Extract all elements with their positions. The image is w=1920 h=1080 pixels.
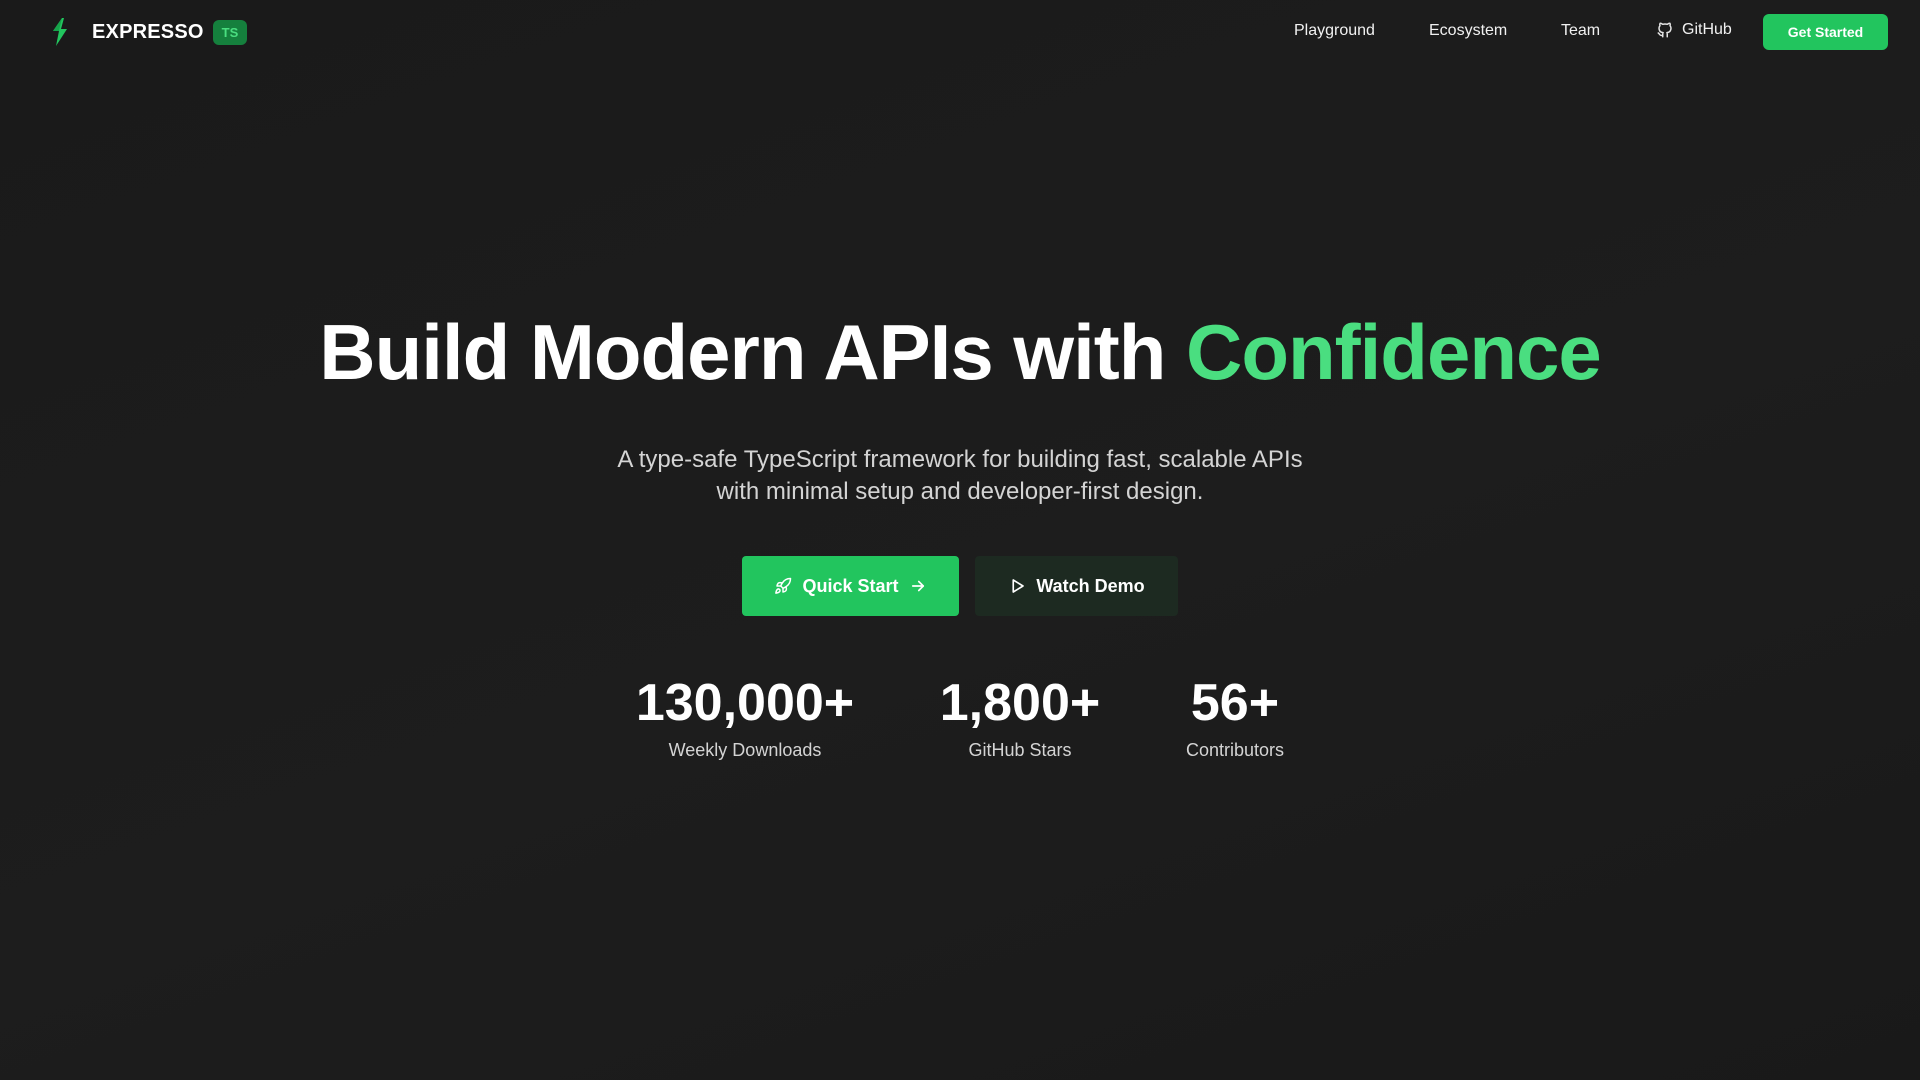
top-navbar: EXPRESSO TS Playground Ecosystem Team Gi… [0, 0, 1920, 64]
stat-value: 56+ [1190, 674, 1280, 732]
brand-badge: TS [212, 19, 248, 45]
stat-label: GitHub Stars [968, 740, 1072, 760]
hero-subtitle: A type-safe TypeScript framework for bui… [560, 444, 1360, 508]
hero-title: Build Modern APIs with Confidence [0, 306, 1920, 398]
watch-demo-button[interactable]: Watch Demo [975, 556, 1178, 616]
play-icon [1008, 577, 1026, 595]
brand[interactable]: EXPRESSO TS [48, 16, 248, 48]
hero-subtitle-line2: with minimal setup and developer-first d… [716, 478, 1204, 505]
stat-label: Contributors [1185, 740, 1285, 760]
quick-start-button[interactable]: Quick Start [742, 556, 959, 616]
stat-label: Weekly Downloads [668, 740, 822, 760]
arrow-right-icon [909, 577, 927, 595]
stat-contributors: 56+ Contributors [1140, 672, 1330, 761]
nav-link-ecosystem[interactable]: Ecosystem [1429, 22, 1507, 40]
hero-title-accent: Confidence [1186, 308, 1602, 396]
stat-value: 1,800+ [939, 674, 1101, 732]
nav-link-github-label: GitHub [1682, 21, 1732, 38]
get-started-button[interactable]: Get Started [1763, 14, 1888, 50]
nav-link-github[interactable]: GitHub [1656, 21, 1732, 39]
quick-start-label: Quick Start [802, 575, 899, 596]
stat-weekly-downloads: 130,000+ Weekly Downloads [620, 672, 870, 761]
hero-title-main: Build Modern APIs with [319, 308, 1187, 396]
github-icon [1656, 21, 1674, 39]
stat-value: 130,000+ [635, 674, 855, 732]
lightning-leaf-icon [48, 18, 72, 46]
stat-github-stars: 1,800+ GitHub Stars [905, 672, 1135, 761]
landing-page: EXPRESSO TS Playground Ecosystem Team Gi… [0, 0, 1920, 1080]
hero-subtitle-line1: A type-safe TypeScript framework for bui… [617, 446, 1303, 473]
nav-link-team[interactable]: Team [1561, 22, 1600, 40]
rocket-icon [774, 577, 792, 595]
nav-link-playground[interactable]: Playground [1294, 22, 1375, 40]
brand-name: EXPRESSO [92, 20, 204, 43]
watch-demo-label: Watch Demo [1036, 575, 1145, 596]
